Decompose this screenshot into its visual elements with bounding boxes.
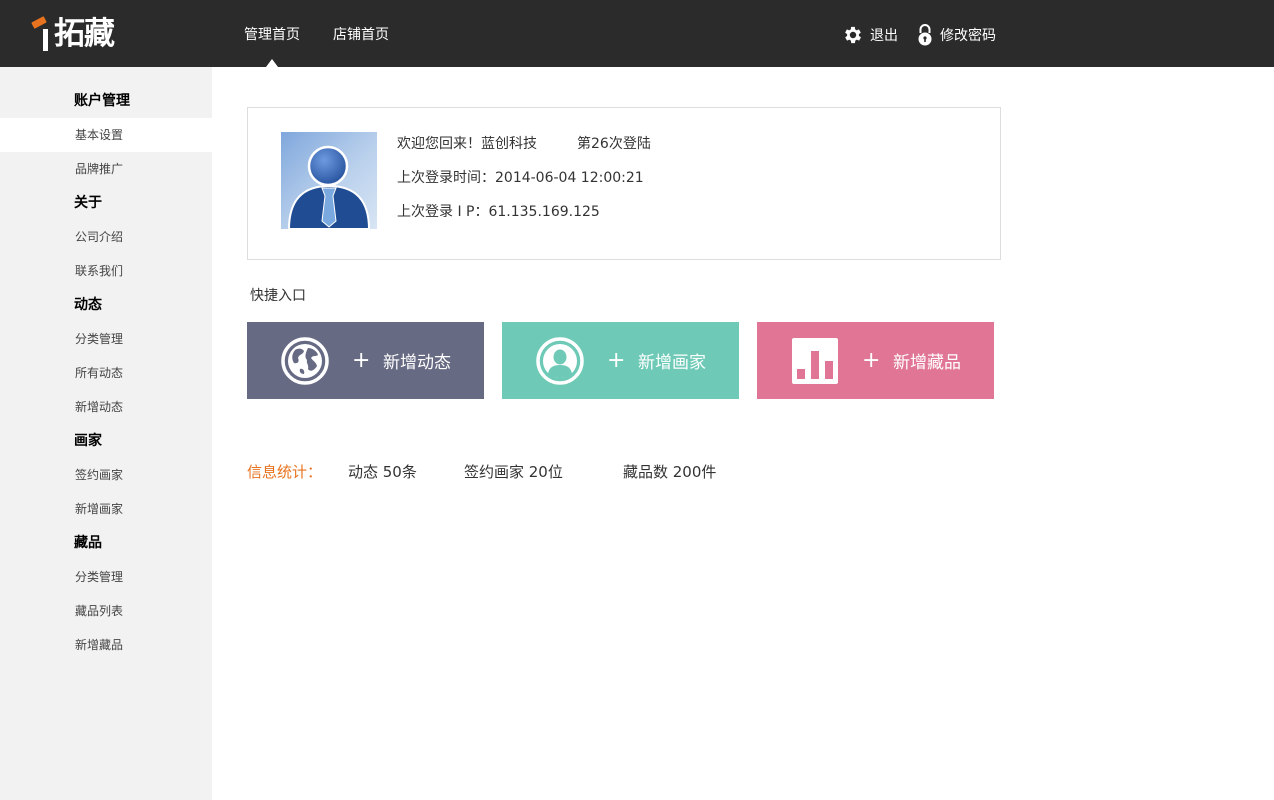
- top-actions: 退出 修改密码: [842, 22, 1014, 48]
- add-collection-tile[interactable]: + 新增藏品: [757, 322, 994, 399]
- welcome-panel: 欢迎您回来！蓝创科技 第26次登陆 上次登录时间：2014-06-04 12:00…: [247, 107, 1001, 260]
- stats-label: 信息统计：: [247, 463, 323, 481]
- sidebar-item-add-news[interactable]: 新增动态: [0, 390, 212, 424]
- change-password-button[interactable]: 修改密码: [916, 23, 996, 47]
- sidebar-item-add-artist[interactable]: 新增画家: [0, 492, 212, 526]
- add-news-label: 新增动态: [383, 353, 451, 373]
- sidebar-group-collections: 藏品: [74, 535, 102, 551]
- sidebar-group-artists: 画家: [74, 433, 102, 449]
- sidebar-item-collection-category[interactable]: 分类管理: [0, 560, 212, 594]
- bar-chart-icon: [792, 337, 838, 384]
- change-password-label: 修改密码: [940, 28, 996, 44]
- globe-icon: [281, 336, 329, 385]
- lock-icon: [918, 24, 932, 46]
- brand-name: 拓藏: [54, 16, 115, 52]
- logout-button[interactable]: 退出: [842, 24, 898, 46]
- sidebar-group-about: 关于: [74, 195, 102, 211]
- plus-icon: +: [352, 348, 371, 373]
- sidebar-group-account: 账户管理: [74, 93, 130, 109]
- add-collection-label: 新增藏品: [893, 353, 961, 373]
- logo[interactable]: 拓藏: [30, 14, 115, 54]
- stats-collection-count: 藏品数 200件: [623, 463, 717, 481]
- user-icon: [536, 336, 584, 385]
- nav-item-admin-home[interactable]: 管理首页: [244, 0, 300, 67]
- sidebar-item-add-collection[interactable]: 新增藏品: [0, 628, 212, 662]
- gear-icon: [845, 26, 861, 44]
- last-login-ip: 上次登录 I P：61.135.169.125: [397, 204, 600, 220]
- main-nav: 管理首页 店铺首页: [244, 0, 422, 67]
- sidebar-item-basic-settings[interactable]: 基本设置: [0, 118, 212, 152]
- welcome-info: 欢迎您回来！蓝创科技 第26次登陆 上次登录时间：2014-06-04 12:00…: [397, 132, 651, 234]
- top-bar: 拓藏 管理首页 店铺首页 退出 修改密码: [0, 0, 1274, 67]
- add-artist-tile[interactable]: + 新增画家: [502, 322, 739, 399]
- sidebar-item-all-news[interactable]: 所有动态: [0, 356, 212, 390]
- plus-icon: +: [607, 348, 626, 373]
- add-artist-label: 新增画家: [638, 353, 706, 373]
- sidebar-item-brand-promotion[interactable]: 品牌推广: [0, 152, 212, 186]
- stats-news-count: 动态 50条: [348, 463, 417, 481]
- nav-item-shop-home[interactable]: 店铺首页: [333, 0, 389, 67]
- sidebar-item-signed-artists[interactable]: 签约画家: [0, 458, 212, 492]
- sidebar-group-news: 动态: [74, 297, 102, 313]
- avatar: [281, 132, 377, 229]
- add-news-tile[interactable]: + 新增动态: [247, 322, 484, 399]
- quick-entry-tiles: + 新增动态 + 新增画家 + 新增藏品: [247, 322, 1012, 399]
- plus-icon: +: [862, 348, 881, 373]
- sidebar-item-company-intro[interactable]: 公司介绍: [0, 220, 212, 254]
- quick-entry-title: 快捷入口: [250, 288, 306, 304]
- info-stats: 信息统计： 动态 50条 签约画家 20位 藏品数 200件: [247, 461, 716, 482]
- hammer-icon: [30, 15, 52, 53]
- logout-label: 退出: [870, 28, 898, 44]
- login-count: 第26次登陆: [577, 136, 651, 152]
- welcome-greeting: 欢迎您回来！蓝创科技: [397, 136, 537, 152]
- sidebar: 账户管理 基本设置 品牌推广 关于 公司介绍 联系我们 动态 分类管理 所有动态…: [0, 67, 212, 800]
- sidebar-item-collection-list[interactable]: 藏品列表: [0, 594, 212, 628]
- last-login-time: 上次登录时间：2014-06-04 12:00:21: [397, 170, 644, 186]
- sidebar-item-contact-us[interactable]: 联系我们: [0, 254, 212, 288]
- stats-artist-count: 签约画家 20位: [464, 463, 563, 481]
- sidebar-item-news-category[interactable]: 分类管理: [0, 322, 212, 356]
